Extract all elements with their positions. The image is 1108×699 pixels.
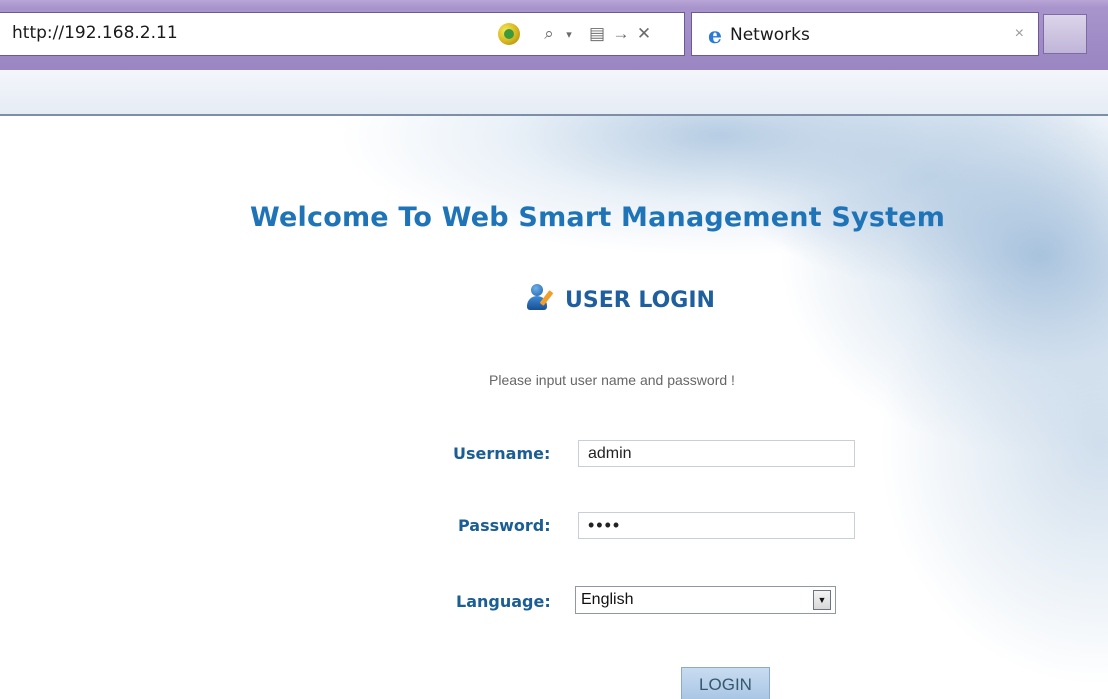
login-title: USER LOGIN [565,287,715,313]
password-input[interactable] [578,512,855,539]
internet-explorer-icon: e [708,23,722,49]
new-tab-button[interactable] [1043,14,1087,54]
login-button[interactable]: LOGIN [681,667,770,699]
dropdown-arrow-icon[interactable]: ▾ [562,21,576,47]
username-input[interactable] [578,440,855,467]
stop-icon[interactable]: ✕ [632,21,656,47]
browser-chrome: http://192.168.2.11 ⌕ ▾ ▤ → ✕ e Networks… [0,0,1108,70]
compatibility-icon[interactable] [496,21,522,47]
password-label: Password: [458,516,551,535]
tab-close-icon[interactable]: × [1015,25,1024,43]
go-arrow-icon[interactable]: → [610,21,632,47]
tab-title: Networks [730,25,810,45]
compatibility-view-icon[interactable]: ▤ [586,21,608,47]
welcome-heading: Welcome To Web Smart Management System [250,202,946,233]
language-label: Language: [456,592,551,611]
chevron-down-icon[interactable]: ▼ [813,590,831,610]
browser-toolbar [0,70,1108,116]
login-page: Welcome To Web Smart Management System U… [0,116,1108,699]
username-label: Username: [453,444,551,463]
search-icon[interactable]: ⌕ [536,21,562,47]
browser-tab[interactable]: e Networks × [691,12,1039,56]
user-icon [527,282,557,314]
login-prompt: Please input user name and password ! [489,372,735,388]
language-select[interactable]: English ▼ [575,586,836,614]
address-bar[interactable]: http://192.168.2.11 ⌕ ▾ ▤ → ✕ [0,12,685,56]
address-url[interactable]: http://192.168.2.11 [12,23,178,43]
language-selected-value: English [581,591,634,608]
user-login-heading: USER LOGIN [527,282,715,314]
